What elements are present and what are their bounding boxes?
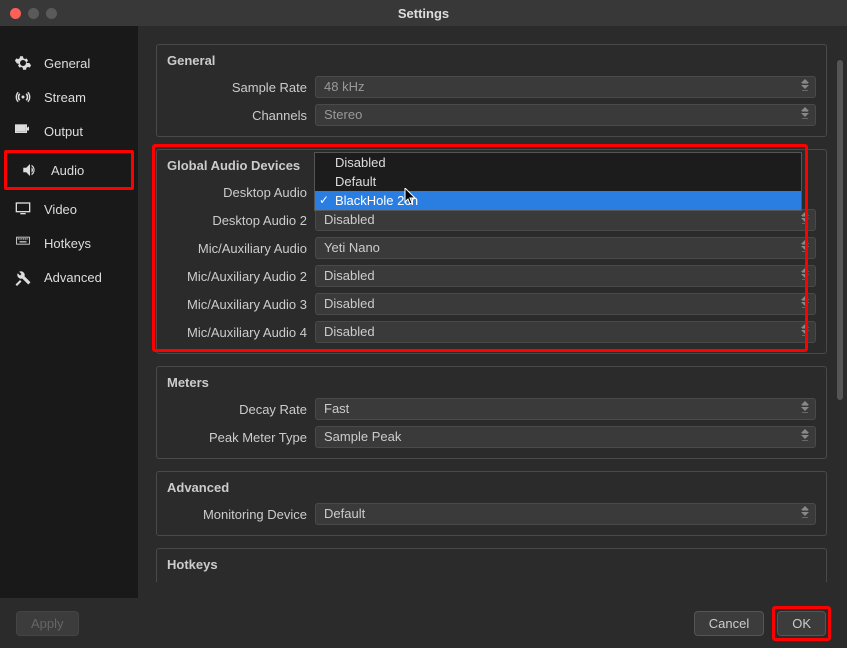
label-desktop-audio-2: Desktop Audio 2 (167, 213, 315, 228)
select-sample-rate[interactable]: 48 kHz (315, 76, 816, 98)
stepper-icon (801, 268, 811, 278)
ok-button[interactable]: OK (777, 611, 826, 636)
titlebar: Settings (0, 0, 847, 26)
panel-title-meters: Meters (167, 375, 816, 390)
sidebar-audio-highlight: Audio (4, 150, 134, 190)
label-monitoring-device: Monitoring Device (167, 507, 315, 522)
monitor-icon (12, 200, 34, 218)
dropdown-option-blackhole[interactable]: ✓BlackHole 2ch (315, 191, 801, 210)
panel-general: General Sample Rate 48 kHz Channels Ster… (156, 44, 827, 137)
panel-title-general: General (167, 53, 816, 68)
sidebar-item-hotkeys[interactable]: Hotkeys (0, 226, 138, 260)
label-decay-rate: Decay Rate (167, 402, 315, 417)
dropdown-option-default[interactable]: Default (315, 172, 801, 191)
sidebar-item-general[interactable]: General (0, 46, 138, 80)
sidebar: General Stream Output Audio Video (0, 26, 138, 598)
window-title: Settings (0, 6, 847, 21)
stepper-icon (801, 240, 811, 250)
select-monitoring-device[interactable]: Default (315, 503, 816, 525)
tools-icon (12, 268, 34, 286)
stepper-icon (801, 324, 811, 334)
dropdown-desktop-audio: Disabled Default ✓BlackHole 2ch (314, 152, 802, 211)
panel-meters: Meters Decay Rate Fast Peak Meter Type S… (156, 366, 827, 459)
content-area: General Sample Rate 48 kHz Channels Ster… (138, 26, 847, 598)
label-mic-1: Mic/Auxiliary Audio (167, 241, 315, 256)
sidebar-item-label: Stream (44, 90, 86, 105)
dropdown-option-disabled[interactable]: Disabled (315, 153, 801, 172)
panel-advanced: Advanced Monitoring Device Default (156, 471, 827, 536)
highlight-ok: OK (772, 606, 831, 641)
stepper-icon (801, 429, 811, 439)
speaker-icon (19, 161, 41, 179)
gear-icon (12, 54, 34, 72)
select-peak-meter[interactable]: Sample Peak (315, 426, 816, 448)
select-desktop-audio-2[interactable]: Disabled (315, 209, 816, 231)
select-decay-rate[interactable]: Fast (315, 398, 816, 420)
stepper-icon (801, 107, 811, 117)
sidebar-item-advanced[interactable]: Advanced (0, 260, 138, 294)
label-mic-3: Mic/Auxiliary Audio 3 (167, 297, 315, 312)
sidebar-item-output[interactable]: Output (0, 114, 138, 148)
stepper-icon (801, 506, 811, 516)
scrollbar[interactable] (837, 60, 843, 590)
label-desktop-audio: Desktop Audio (167, 185, 315, 200)
sidebar-item-label: Video (44, 202, 77, 217)
output-icon (12, 122, 34, 140)
label-peak-meter: Peak Meter Type (167, 430, 315, 445)
panel-hotkeys: Hotkeys (156, 548, 827, 582)
apply-button[interactable]: Apply (16, 611, 79, 636)
panel-title-advanced: Advanced (167, 480, 816, 495)
keyboard-icon (12, 234, 34, 252)
sidebar-item-label: General (44, 56, 90, 71)
sidebar-item-stream[interactable]: Stream (0, 80, 138, 114)
sidebar-item-label: Audio (51, 163, 84, 178)
label-mic-4: Mic/Auxiliary Audio 4 (167, 325, 315, 340)
cancel-button[interactable]: Cancel (694, 611, 764, 636)
panel-title-hotkeys: Hotkeys (167, 557, 816, 572)
label-sample-rate: Sample Rate (167, 80, 315, 95)
stepper-icon (801, 79, 811, 89)
stepper-icon (801, 212, 811, 222)
sidebar-item-video[interactable]: Video (0, 192, 138, 226)
stepper-icon (801, 296, 811, 306)
antenna-icon (12, 88, 34, 106)
select-mic-1[interactable]: Yeti Nano (315, 237, 816, 259)
stepper-icon (801, 401, 811, 411)
label-mic-2: Mic/Auxiliary Audio 2 (167, 269, 315, 284)
sidebar-item-audio[interactable]: Audio (7, 153, 131, 187)
select-mic-4[interactable]: Disabled (315, 321, 816, 343)
sidebar-item-label: Hotkeys (44, 236, 91, 251)
select-channels[interactable]: Stereo (315, 104, 816, 126)
settings-window: Settings General Stream Output Audio (0, 0, 847, 648)
select-mic-2[interactable]: Disabled (315, 265, 816, 287)
footer: Apply Cancel OK (0, 598, 847, 648)
scrollbar-thumb[interactable] (837, 60, 843, 400)
sidebar-item-label: Advanced (44, 270, 102, 285)
select-mic-3[interactable]: Disabled (315, 293, 816, 315)
check-icon: ✓ (319, 193, 329, 207)
label-channels: Channels (167, 108, 315, 123)
sidebar-item-label: Output (44, 124, 83, 139)
